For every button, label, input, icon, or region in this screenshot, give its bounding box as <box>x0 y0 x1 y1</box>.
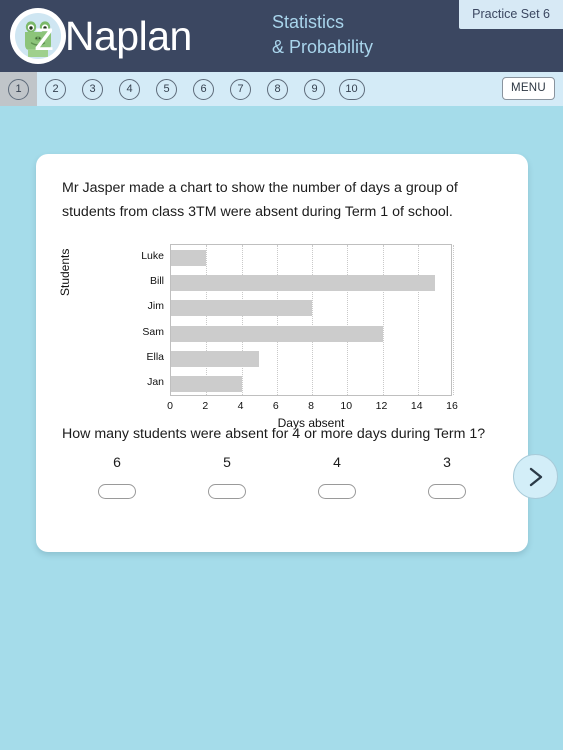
nav-item-label: 8 <box>267 78 288 100</box>
answer-option-radio[interactable] <box>428 484 466 499</box>
menu-button[interactable]: MENU <box>501 77 555 100</box>
chart-x-tick: 10 <box>340 400 353 412</box>
chart-x-tick: 12 <box>375 400 388 412</box>
chart-bar-sam <box>171 325 383 342</box>
answer-option-5[interactable]: 5 <box>172 454 282 499</box>
chart-y-tick-labels: Luke Bill Jim Sam Ella Jan <box>62 244 170 396</box>
nav-item-label: 7 <box>230 78 251 100</box>
chevron-right-icon <box>525 465 547 489</box>
bar-chart: Students Luke Bill Jim Sam Ella Jan 0 2 4 6 8 10 12… <box>58 240 502 430</box>
bar-fill <box>171 300 312 317</box>
bar-fill <box>171 325 383 342</box>
answer-option-label: 5 <box>223 454 231 470</box>
answer-options: 6 5 4 3 <box>62 454 502 499</box>
app-header: z Naplan Statistics & Probability Practi… <box>0 0 563 72</box>
nav-item-label: 3 <box>82 78 103 100</box>
chart-gridline <box>276 245 278 395</box>
answer-option-label: 4 <box>333 454 341 470</box>
nav-item-9[interactable]: 9 <box>296 72 333 106</box>
chart-gridline <box>417 245 419 395</box>
chart-bar-ella <box>171 351 260 367</box>
subject-heading: Statistics & Probability <box>272 10 373 60</box>
chart-gridline <box>382 245 384 395</box>
next-question-button[interactable] <box>513 454 558 499</box>
chart-x-tick: 4 <box>237 400 244 412</box>
chart-bar-jan <box>171 376 242 393</box>
chart-gridline <box>312 245 313 395</box>
nav-item-10[interactable]: 10 <box>333 72 370 106</box>
chart-bar-luke <box>171 249 207 266</box>
chart-x-tick: 0 <box>167 400 173 412</box>
answer-option-6[interactable]: 6 <box>62 454 172 499</box>
chart-y-tick: Sam <box>142 325 164 338</box>
question-number-list: 1 2 3 4 5 6 7 8 9 10 <box>0 72 370 106</box>
answer-option-4[interactable]: 4 <box>282 454 392 499</box>
chart-gridline <box>241 245 243 395</box>
chart-gridline <box>347 245 349 395</box>
bar-fill <box>171 376 242 393</box>
nav-item-label: 1 <box>8 78 29 100</box>
chart-x-tick-labels: 0 2 4 6 8 10 12 14 16 <box>167 400 458 416</box>
question-prompt: Mr Jasper made a chart to show the numbe… <box>62 180 458 220</box>
bar-fill <box>171 351 260 367</box>
subject-line-1: Statistics <box>272 12 345 32</box>
nav-item-label: 10 <box>338 78 365 100</box>
chart-y-tick: Ella <box>146 351 164 363</box>
chart-bar-jim <box>171 300 312 317</box>
bar-fill <box>171 249 207 266</box>
nav-item-label: 2 <box>45 78 66 100</box>
nav-item-8[interactable]: 8 <box>259 72 296 106</box>
answer-option-3[interactable]: 3 <box>392 454 502 499</box>
chart-y-tick: Jan <box>147 376 164 389</box>
answer-option-label: 6 <box>113 454 121 470</box>
bar-fill <box>171 275 436 291</box>
chart-bar-bill <box>171 275 436 291</box>
app-title: z Naplan <box>34 13 192 59</box>
chart-gridline <box>453 245 454 395</box>
nav-item-label: 9 <box>304 78 325 100</box>
nav-item-2[interactable]: 2 <box>37 72 74 106</box>
answer-option-label: 3 <box>443 454 451 470</box>
content-stage: Mr Jasper made a chart to show the numbe… <box>0 106 563 750</box>
nav-item-label: 5 <box>156 78 177 100</box>
chart-y-tick: Luke <box>141 249 164 262</box>
subject-line-2: & Probability <box>272 37 374 57</box>
chart-x-tick: 8 <box>308 400 314 412</box>
nav-item-5[interactable]: 5 <box>148 72 185 106</box>
chart-y-tick: Jim <box>147 300 164 313</box>
nav-item-6[interactable]: 6 <box>185 72 222 106</box>
chart-x-tick: 14 <box>410 400 423 412</box>
chart-plot-area <box>170 244 454 396</box>
chart-x-tick: 16 <box>446 400 458 412</box>
chart-x-tick: 6 <box>272 400 279 412</box>
question-text: How many students were absent for 4 or m… <box>62 426 486 442</box>
nav-item-1[interactable]: 1 <box>0 72 37 106</box>
nav-item-4[interactable]: 4 <box>111 72 148 106</box>
answer-option-radio[interactable] <box>208 484 246 499</box>
question-card: Mr Jasper made a chart to show the numbe… <box>36 154 528 552</box>
chart-gridline <box>206 245 208 395</box>
nav-item-3[interactable]: 3 <box>74 72 111 106</box>
chart-y-tick: Bill <box>149 275 164 287</box>
nav-item-label: 6 <box>193 78 214 100</box>
answer-option-radio[interactable] <box>98 484 136 499</box>
nav-item-7[interactable]: 7 <box>222 72 259 106</box>
chart-x-tick: 2 <box>202 400 209 412</box>
nav-item-label: 4 <box>119 78 140 100</box>
answer-option-radio[interactable] <box>318 484 356 499</box>
practice-set-tab[interactable]: Practice Set 6 <box>459 0 563 29</box>
question-navbar: 1 2 3 4 5 6 7 8 9 10 MENU <box>0 72 563 106</box>
